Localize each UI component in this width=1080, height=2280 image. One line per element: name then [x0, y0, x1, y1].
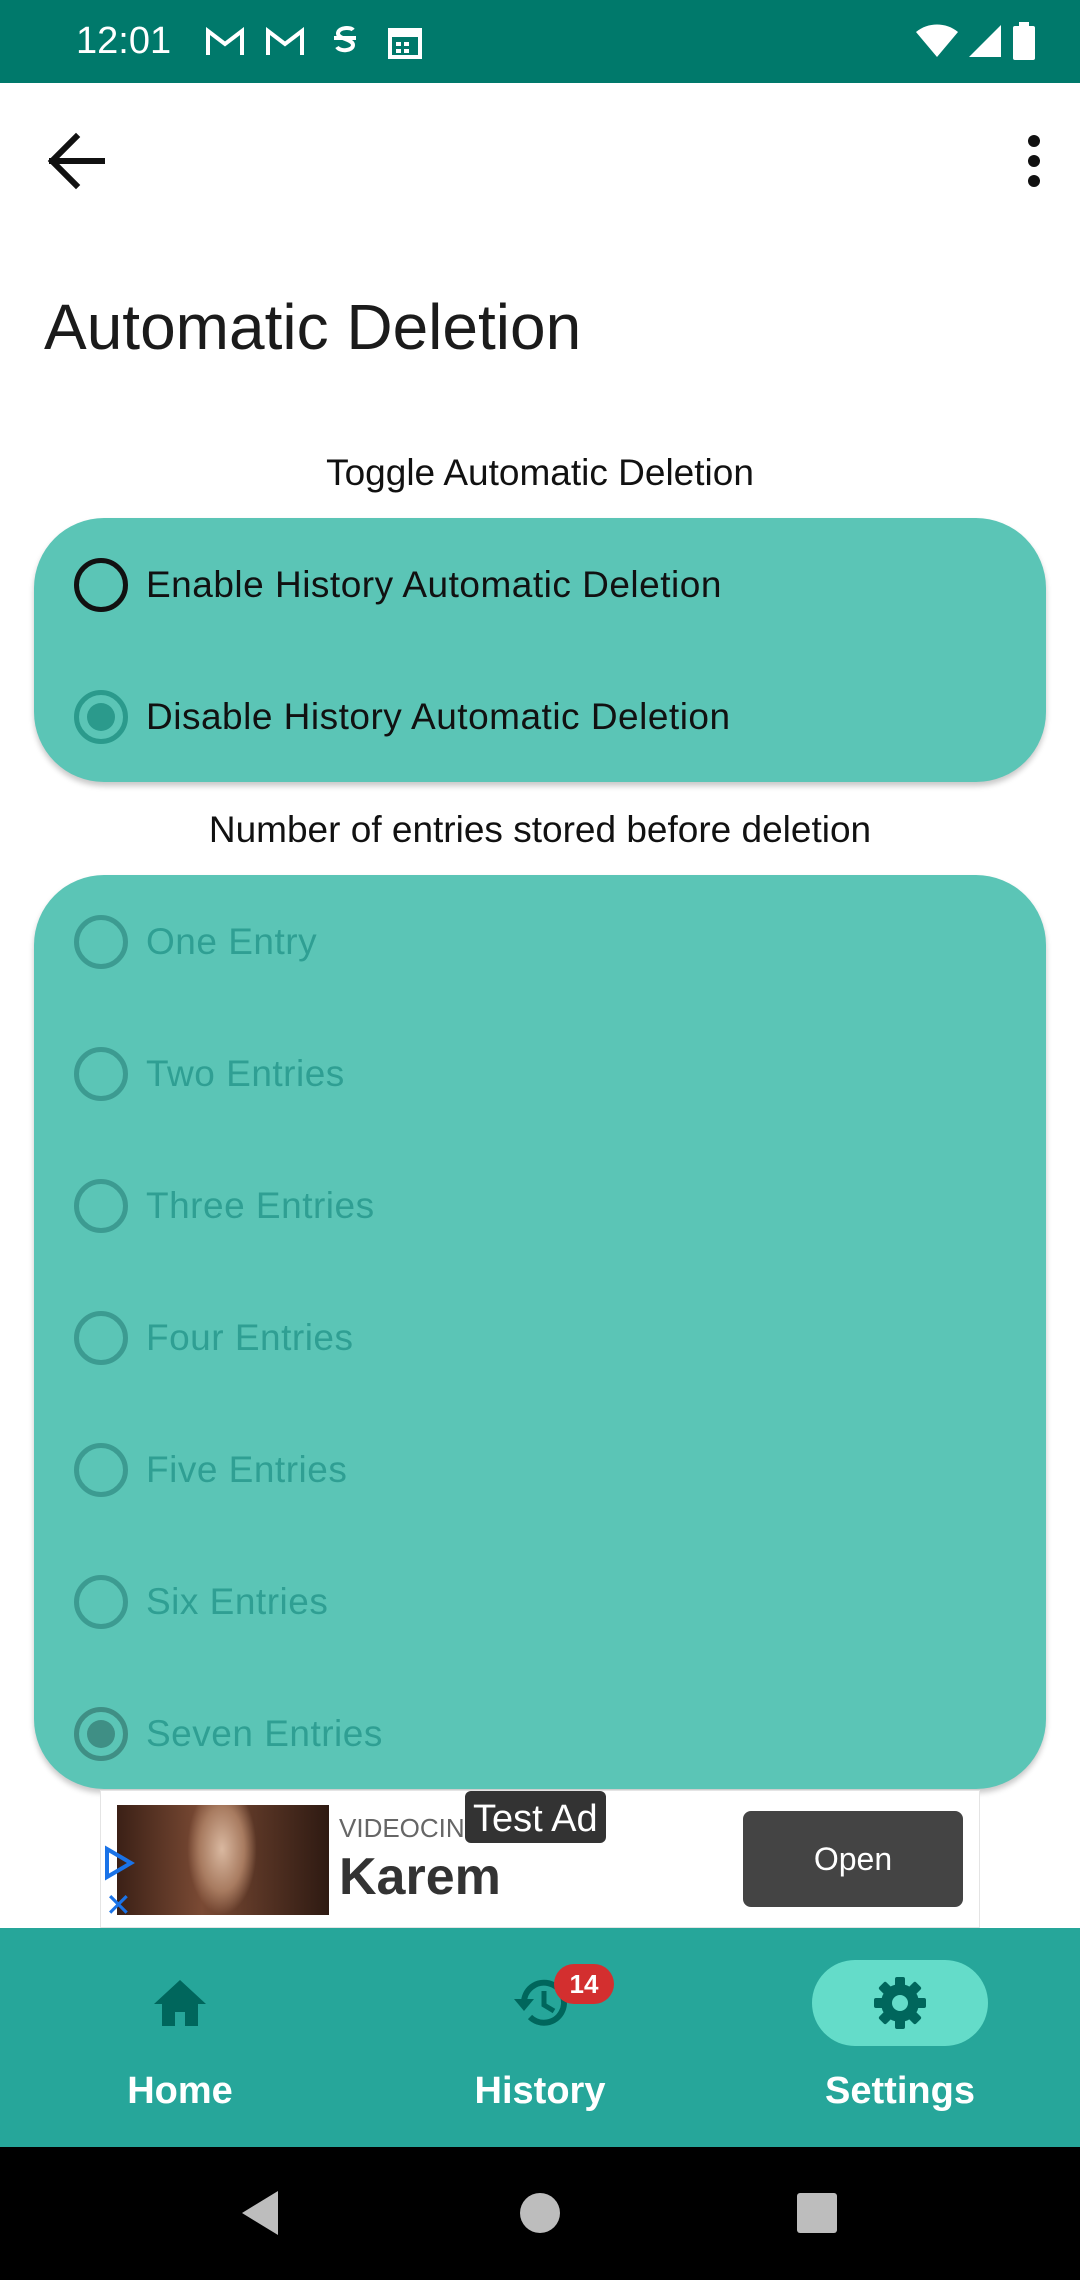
status-time: 12:01	[76, 20, 172, 62]
settings-gear-icon	[874, 1977, 926, 2029]
toggle-radio-group: Enable History Automatic Deletion Disabl…	[34, 518, 1046, 782]
gmail-icon	[202, 22, 248, 62]
nav-icon-container-active	[812, 1960, 988, 2046]
entries-radio-group: One Entry Two Entries Three Entries Four…	[34, 875, 1046, 1789]
radio-unchecked[interactable]	[74, 558, 128, 612]
ad-close-icon[interactable]: ✕	[105, 1889, 132, 1921]
entries-section-label: Number of entries stored before deletion	[208, 809, 872, 850]
nav-label: History	[474, 2070, 606, 2112]
calendar-icon	[382, 22, 428, 62]
ad-test-tag: Test Ad	[465, 1791, 606, 1843]
radio-label: Five Entries	[146, 1449, 348, 1490]
entries-option-seven[interactable]: Seven Entries	[74, 1694, 383, 1774]
entries-option-four[interactable]: Four Entries	[74, 1298, 354, 1378]
circle-home-icon	[520, 2193, 560, 2233]
system-back-button[interactable]	[230, 2183, 290, 2243]
sim-icon	[322, 22, 368, 62]
radio-label: One Entry	[146, 921, 318, 962]
notification-icons	[202, 22, 428, 62]
entries-option-five[interactable]: Five Entries	[74, 1430, 347, 1510]
ad-open-button[interactable]: Open	[743, 1811, 963, 1907]
page-title: Automatic Deletion	[44, 291, 582, 363]
radio-label: Six Entries	[146, 1581, 329, 1622]
radio-label: Two Entries	[146, 1053, 345, 1094]
triangle-back-icon	[242, 2191, 278, 2235]
wifi-icon	[916, 24, 958, 57]
signal-icon	[969, 25, 1001, 57]
back-button[interactable]	[40, 125, 112, 197]
radio-unchecked[interactable]	[74, 1311, 128, 1365]
bottom-navigation: Home 14 History Settings	[0, 1928, 1080, 2147]
system-home-button[interactable]	[510, 2183, 570, 2243]
nav-item-settings[interactable]: Settings	[720, 1928, 1080, 2147]
nav-label: Settings	[825, 2070, 975, 2112]
more-options-button[interactable]	[1006, 125, 1062, 197]
radio-unchecked[interactable]	[74, 1443, 128, 1497]
square-recents-icon	[797, 2193, 837, 2233]
entries-option-six[interactable]: Six Entries	[74, 1562, 328, 1642]
system-recents-button[interactable]	[787, 2183, 847, 2243]
arrow-back-icon	[47, 132, 105, 190]
toggle-section-label: Toggle Automatic Deletion	[326, 452, 754, 493]
radio-unchecked[interactable]	[74, 1047, 128, 1101]
ad-advertiser: VIDEOCINE	[339, 1813, 479, 1843]
radio-unchecked[interactable]	[74, 915, 128, 969]
nav-item-home[interactable]: Home	[0, 1928, 360, 2147]
app-bar	[0, 83, 1080, 233]
radio-checked[interactable]	[74, 1707, 128, 1761]
nav-item-history[interactable]: 14 History	[360, 1928, 720, 2147]
disable-deletion-option[interactable]: Disable History Automatic Deletion	[74, 677, 731, 757]
radio-unchecked[interactable]	[74, 1575, 128, 1629]
ad-thumbnail-face	[187, 1805, 257, 1915]
history-count-badge: 14	[554, 1964, 614, 2004]
radio-label: Four Entries	[146, 1317, 354, 1358]
radio-label: Three Entries	[146, 1185, 375, 1226]
ad-title: Karem	[339, 1848, 501, 1906]
ad-choices-icon[interactable]	[101, 1845, 137, 1881]
status-bar: 12:01	[0, 0, 1080, 83]
entries-option-three[interactable]: Three Entries	[74, 1166, 375, 1246]
radio-checked[interactable]	[74, 690, 128, 744]
system-status-icons	[916, 22, 1036, 60]
gmail-icon	[262, 22, 308, 62]
home-icon	[154, 1980, 206, 2026]
more-vert-icon	[1028, 135, 1040, 187]
ad-banner[interactable]: ✕ VIDEOCINE Karem Test Ad Open	[100, 1790, 980, 1928]
nav-icon-container	[92, 1960, 268, 2046]
nav-label: Home	[127, 2070, 233, 2112]
entries-option-one[interactable]: One Entry	[74, 902, 317, 982]
radio-label: Enable History Automatic Deletion	[146, 564, 722, 605]
radio-unchecked[interactable]	[74, 1179, 128, 1233]
system-navigation-bar	[0, 2147, 1080, 2280]
ad-thumbnail-image[interactable]	[117, 1805, 329, 1915]
radio-label: Seven Entries	[146, 1713, 383, 1754]
radio-label: Disable History Automatic Deletion	[146, 696, 731, 737]
battery-icon	[1013, 22, 1035, 60]
entries-option-two[interactable]: Two Entries	[74, 1034, 345, 1114]
enable-deletion-option[interactable]: Enable History Automatic Deletion	[74, 545, 722, 625]
